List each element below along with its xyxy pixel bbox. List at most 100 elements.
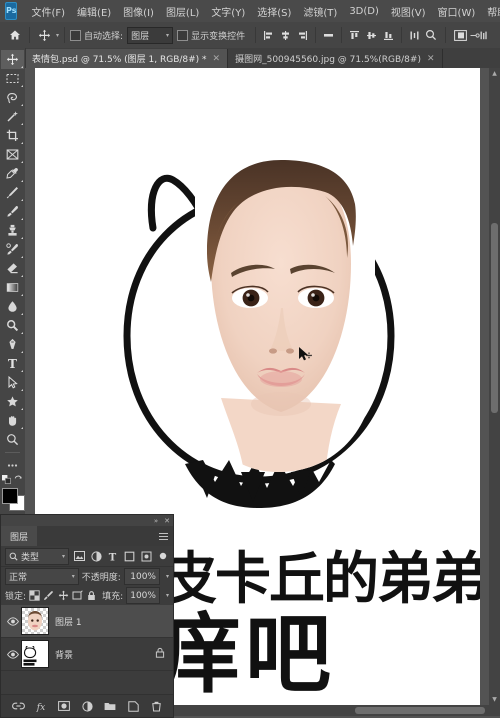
pen-tool[interactable] [1,335,24,354]
clone-stamp-tool[interactable] [1,221,24,240]
layer-mask-button[interactable] [58,700,71,713]
scroll-up-arrow-icon[interactable]: ▲ [489,68,500,79]
tool-corner-indicator [21,218,23,220]
close-icon[interactable]: ✕ [427,54,435,64]
smart-object-filter-icon[interactable] [140,549,153,564]
vertical-scroll-thumb[interactable] [491,223,498,413]
document-tab-secondary[interactable]: 摄图网_500945560.jpg @ 71.5%(RGB/8#) ✕ [228,49,443,68]
hand-tool[interactable] [1,411,24,430]
new-group-button[interactable] [104,700,117,713]
spot-healing-brush-tool[interactable] [1,183,24,202]
lock-artboard-icon[interactable] [72,589,83,602]
shape-filter-icon[interactable] [123,549,136,564]
eyedropper-tool[interactable] [1,164,24,183]
distribute-horizontal-icon[interactable] [321,28,336,43]
foreground-color-swatch[interactable] [2,488,18,504]
link-layers-button[interactable] [11,700,25,713]
path-selection-tool[interactable] [1,373,24,392]
align-left-icon[interactable] [261,28,276,43]
layer-thumbnail[interactable] [21,640,49,668]
edit-toolbar-button[interactable] [1,456,24,475]
distribute-spacing-icon[interactable] [407,28,422,43]
menu-file[interactable]: 文件(F) [25,1,71,22]
arrange-documents-icon[interactable] [451,26,469,44]
lasso-tool[interactable] [1,88,24,107]
opacity-input[interactable]: 100% [123,568,160,585]
opacity-slider-caret-icon[interactable]: ▾ [166,573,169,580]
magic-wand-tool[interactable] [1,107,24,126]
align-top-icon[interactable] [347,28,362,43]
gradient-tool[interactable] [1,278,24,297]
menu-view[interactable]: 视图(V) [385,1,432,22]
rectangular-marquee-tool[interactable] [1,69,24,88]
delete-layer-button[interactable] [150,700,163,713]
menu-edit[interactable]: 编辑(E) [71,1,117,22]
move-tool[interactable] [1,50,24,69]
dodge-tool[interactable] [1,316,24,335]
swap-colors-icon[interactable] [14,475,23,486]
menu-layer[interactable]: 图层(L) [160,1,205,22]
layer-kind-filter-dropdown[interactable]: 类型 ▾ [5,547,69,565]
type-filter-icon[interactable]: T [106,549,119,564]
crop-tool[interactable] [1,126,24,145]
svg-text:T: T [8,357,17,370]
align-bottom-icon[interactable] [381,28,396,43]
eraser-tool[interactable] [1,259,24,278]
fill-slider-caret-icon[interactable]: ▾ [166,592,169,599]
lock-position-icon[interactable] [57,589,68,602]
blur-tool[interactable] [1,297,24,316]
menu-window[interactable]: 窗口(W) [432,1,482,22]
layer-style-button[interactable]: fx [35,700,48,713]
zoom-tool[interactable] [1,430,24,449]
show-transform-checkbox[interactable] [177,29,189,41]
history-brush-tool[interactable] [1,240,24,259]
panel-menu-icon [159,532,168,540]
home-icon[interactable] [6,26,24,44]
menu-help[interactable]: 帮助(H) [481,1,500,22]
menu-type[interactable]: 文字(Y) [205,1,251,22]
type-tool[interactable]: T [1,354,24,373]
align-center-horizontal-icon[interactable] [278,28,293,43]
panel-menu-button[interactable] [159,526,173,546]
brush-tool[interactable] [1,202,24,221]
collapse-panel-icon[interactable]: » [154,517,158,525]
menu-image[interactable]: 图像(I) [117,1,160,22]
fill-input[interactable]: 100% [126,587,160,604]
blend-mode-dropdown[interactable]: 正常 ▾ [5,568,79,585]
default-colors-icon[interactable] [2,475,11,486]
table-row[interactable]: 图层 1 [1,605,173,638]
document-tab-active[interactable]: 表情包.psd @ 71.5% (图层 1, RGB/8#) * ✕ [25,49,229,68]
adjustment-filter-icon[interactable] [90,549,103,564]
lock-image-pixels-icon[interactable] [43,589,54,602]
table-row[interactable]: 背景 [1,638,173,671]
tab-layers[interactable]: 图层 [1,526,38,546]
new-layer-button[interactable] [127,700,140,713]
horizontal-scroll-thumb[interactable] [355,707,485,714]
tool-preset-caret-icon[interactable]: ▾ [56,32,59,39]
menu-select[interactable]: 选择(S) [251,1,297,22]
search-icon[interactable] [422,26,440,44]
layer-visibility-toggle[interactable] [5,616,21,626]
divider [64,27,66,43]
filter-toggle-icon[interactable] [156,549,169,564]
custom-shape-tool[interactable] [1,392,24,411]
auto-select-checkbox[interactable] [70,29,82,41]
menu-3d[interactable]: 3D(D) [343,3,385,20]
close-panel-icon[interactable]: ✕ [164,517,170,525]
move-tool-icon[interactable] [35,26,53,44]
adjustment-layer-button[interactable] [81,700,94,713]
align-middle-vertical-icon[interactable] [364,28,379,43]
canvas-vertical-scrollbar[interactable]: ▲ ▼ [489,68,500,716]
scroll-down-arrow-icon[interactable]: ▼ [489,694,500,705]
close-icon[interactable]: ✕ [213,54,221,64]
auto-select-target-dropdown[interactable]: 图层 ▾ [127,26,174,44]
workspace-switcher-icon[interactable] [469,26,487,44]
lock-transparent-pixels-icon[interactable] [29,589,40,602]
pixel-filter-icon[interactable] [73,549,86,564]
lock-all-icon[interactable] [86,589,97,602]
layer-visibility-toggle[interactable] [5,649,21,659]
layer-thumbnail[interactable] [21,607,49,635]
menu-filter[interactable]: 滤镜(T) [297,1,343,22]
frame-tool[interactable] [1,145,24,164]
align-right-icon[interactable] [295,28,310,43]
